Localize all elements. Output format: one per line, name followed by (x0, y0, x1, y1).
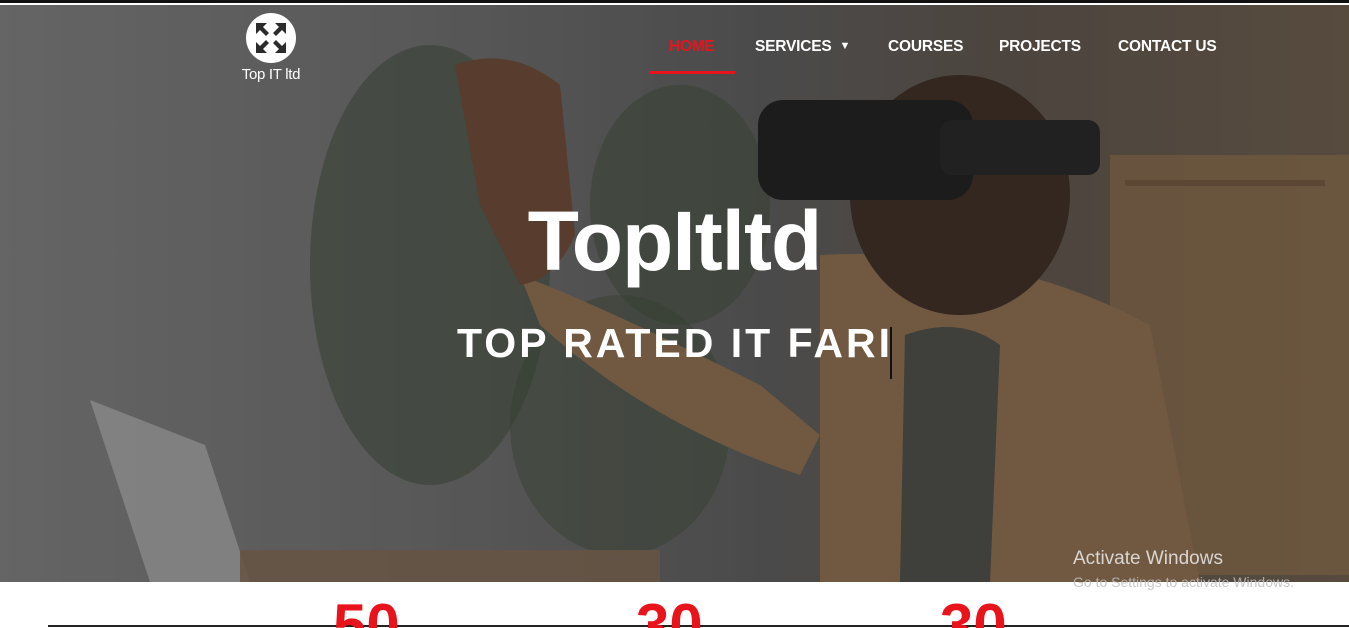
stat-counter: 30 (636, 596, 703, 628)
caret-down-icon: ▼ (839, 40, 851, 52)
nav-item-services[interactable]: SERVICES ▼ (755, 38, 850, 56)
site-logo[interactable]: Top IT ltd (238, 13, 304, 87)
hero-overlay (0, 5, 1349, 582)
typing-cursor (890, 327, 892, 379)
nav-item-contact-us[interactable]: CONTACT US (1118, 38, 1217, 56)
active-nav-indicator (649, 71, 735, 74)
stat-counter: 30 (940, 596, 1007, 628)
logo-text: Top IT ltd (241, 66, 301, 83)
nav-item-label: SERVICES (755, 38, 832, 55)
nav-item-projects[interactable]: PROJECTS (999, 38, 1081, 56)
nav-item-home[interactable]: HOME (669, 38, 715, 56)
windows-activation-subtitle: Go to Settings to activate Windows. (1073, 574, 1294, 590)
stat-counter: 50 (333, 596, 400, 628)
windows-activation-title: Activate Windows (1073, 548, 1223, 569)
hero-title: TopItltd (527, 194, 823, 288)
arrows-expand-icon (246, 13, 296, 63)
hero-subtitle: TOP RATED IT FARI (457, 320, 893, 366)
hero-section (0, 5, 1349, 582)
top-border (0, 0, 1349, 3)
nav-item-courses[interactable]: COURSES (888, 38, 963, 56)
